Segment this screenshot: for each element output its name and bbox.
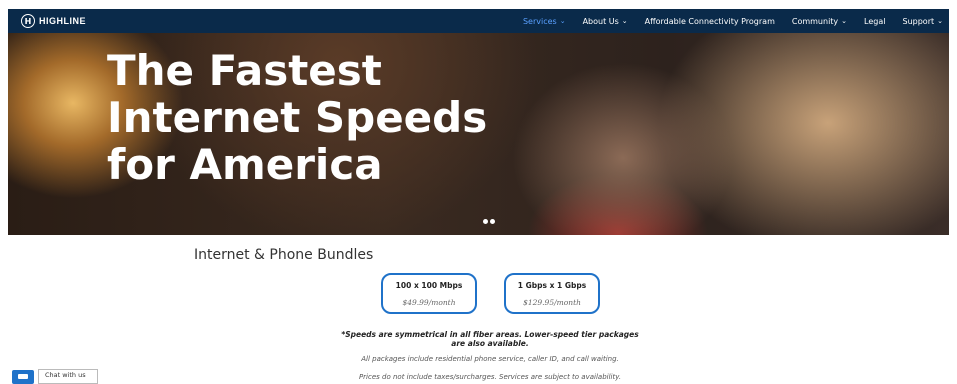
nav-item-label: About Us <box>582 16 619 26</box>
nav-item-label: Legal <box>864 16 886 26</box>
nav-item-community[interactable]: Community ⌄ <box>792 17 847 26</box>
carousel-dots <box>483 219 497 224</box>
hero-banner: The Fastest Internet Speeds for America <box>8 33 949 235</box>
nav-item-affordable-connectivity-program[interactable]: Affordable Connectivity Program <box>645 17 775 26</box>
nav-item-label: Affordable Connectivity Program <box>644 16 775 26</box>
chevron-down-icon: ⌄ <box>937 17 943 25</box>
hero-line-1: The Fastest <box>107 46 382 95</box>
chat-label[interactable]: Chat with us <box>38 369 98 384</box>
speed-footnote-line-1: *Speeds are symmetrical in all fiber are… <box>341 330 639 339</box>
plan-card-100mbps[interactable]: 100 x 100 Mbps $49.99/month <box>381 273 477 314</box>
logo-h-circle-icon: H <box>21 14 35 28</box>
nav-item-label: Community <box>791 16 839 26</box>
nav-item-label: Services <box>522 16 557 26</box>
logo-text: HIGHLINE <box>39 16 87 26</box>
hero-line-2: Internet Speeds <box>107 93 488 142</box>
pricing-disclaimer: Prices do not include taxes/surcharges. … <box>358 373 622 381</box>
chevron-down-icon: ⌄ <box>841 17 848 25</box>
bundles-title: Internet & Phone Bundles <box>194 247 374 263</box>
chevron-down-icon: ⌄ <box>621 17 628 25</box>
highline-logo[interactable]: H HIGHLINE <box>21 13 86 29</box>
speed-footnote: *Speeds are symmetrical in all fiber are… <box>340 330 640 348</box>
nav-item-about-us[interactable]: About Us ⌄ <box>583 17 628 26</box>
plan-speed: 100 x 100 Mbps <box>395 281 463 290</box>
top-navbar: H HIGHLINE Services ⌄ About Us ⌄ Afforda… <box>8 9 949 33</box>
chat-widget[interactable]: Chat with us <box>12 369 98 384</box>
speed-footnote-line-2: are also available. <box>451 339 529 348</box>
plan-price: $49.99/month <box>402 298 456 307</box>
chevron-down-icon: ⌄ <box>559 17 566 25</box>
plan-price: $129.95/month <box>523 298 581 307</box>
chat-bubble-icon[interactable] <box>12 369 34 384</box>
plan-speed: 1 Gbps x 1 Gbps <box>517 281 587 290</box>
nav-item-label: Support <box>902 16 935 26</box>
package-info-note: All packages include residential phone s… <box>361 355 619 363</box>
nav-item-support[interactable]: Support ⌄ <box>903 17 944 26</box>
main-menu: Services ⌄ About Us ⌄ Affordable Connect… <box>506 9 943 33</box>
hero-headline: The Fastest Internet Speeds for America <box>107 47 487 188</box>
hero-line-3: for America <box>107 140 383 189</box>
carousel-dot[interactable] <box>490 219 495 224</box>
carousel-dot[interactable] <box>483 219 488 224</box>
nav-item-legal[interactable]: Legal <box>864 17 885 26</box>
nav-item-services[interactable]: Services ⌄ <box>523 17 566 26</box>
plan-card-1gbps[interactable]: 1 Gbps x 1 Gbps $129.95/month <box>504 273 600 314</box>
